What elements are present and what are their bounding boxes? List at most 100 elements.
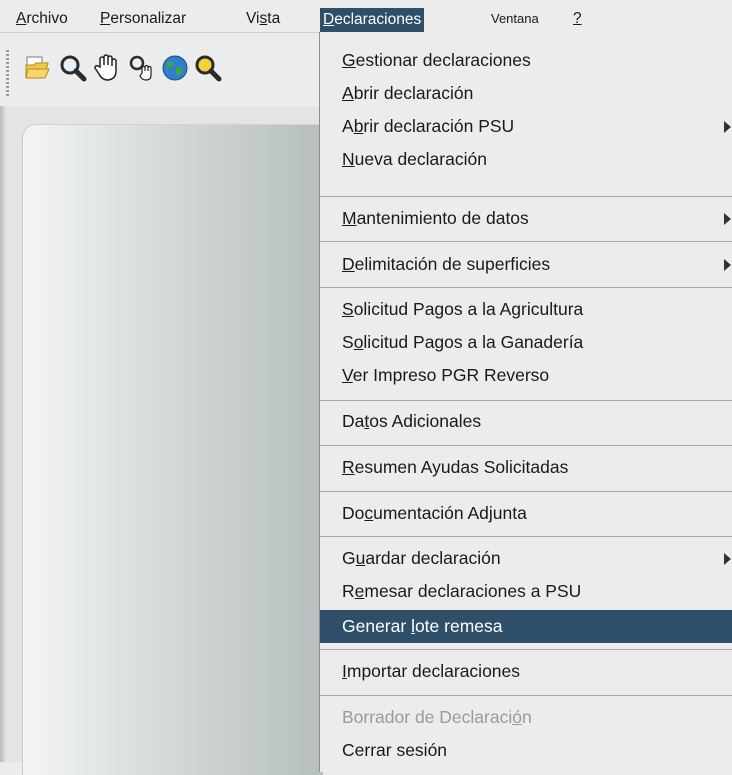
menu-personalizar[interactable]: Personalizar	[97, 6, 189, 32]
mnemonic: o	[353, 332, 364, 352]
menu-item-abrir-declaracion-psu[interactable]: Abrir declaración PSU	[320, 110, 732, 143]
item-text: S	[342, 332, 354, 352]
pan-hand-icon[interactable]	[92, 53, 122, 83]
menu-item-documentacion-adjunta[interactable]: Documentación Adjunta	[320, 497, 732, 530]
menu-label: Ventana	[491, 11, 539, 26]
menu-separator	[320, 649, 732, 650]
mnemonic: D	[323, 11, 335, 28]
menu-vista[interactable]: Vista	[243, 6, 283, 32]
mnemonic: u	[355, 548, 366, 568]
menu-item-solicitud-pagos-agricultura[interactable]: Solicitud Pagos a la Agricultura	[320, 293, 732, 326]
menu-separator	[320, 400, 732, 401]
panel-edge	[0, 106, 6, 762]
menu-separator	[320, 695, 732, 696]
mnemonic: D	[342, 254, 355, 274]
mnemonic: R	[342, 457, 355, 477]
mnemonic: c	[364, 503, 374, 523]
menu-label: rchivo	[26, 10, 68, 27]
mnemonic: b	[353, 116, 364, 136]
item-text: os Adicionales	[369, 411, 482, 431]
menu-item-gestionar-declaraciones[interactable]: Gestionar declaraciones	[320, 44, 732, 77]
item-text: licitud Pagos a la Ganadería	[363, 332, 584, 352]
search-icon[interactable]	[58, 53, 88, 83]
menu-item-remesar-declaraciones[interactable]: Remesar declaraciones a PSU	[320, 575, 732, 608]
item-text: mesar declaraciones a PSU	[364, 581, 582, 601]
open-folder-icon[interactable]	[22, 53, 52, 83]
menu-item-mantenimiento-de-datos[interactable]: Mantenimiento de datos	[320, 202, 732, 235]
zoom-hand-icon[interactable]	[126, 53, 156, 83]
item-text: Da	[342, 411, 365, 431]
menu-item-nueva-declaracion[interactable]: Nueva declaración	[320, 143, 732, 176]
mnemonic: M	[342, 208, 357, 228]
submenu-arrow-icon	[724, 553, 731, 565]
menu-ventana[interactable]: Ventana	[488, 6, 542, 32]
menu-separator	[320, 196, 732, 197]
submenu-arrow-icon	[724, 121, 731, 133]
menu-help[interactable]: ?	[570, 6, 585, 32]
menu-label: Vi	[246, 10, 260, 27]
menu-item-importar-declaraciones[interactable]: Importar declaraciones	[320, 655, 732, 688]
menu-item-borrador-de-declaracion: Borrador de Declaración	[320, 701, 732, 734]
menu-item-resumen-ayudas-solicitadas[interactable]: Resumen Ayudas Solicitadas	[320, 451, 732, 484]
item-text: rir declaración PSU	[363, 116, 515, 136]
menu-label: ersonalizar	[110, 10, 187, 27]
mnemonic: e	[354, 581, 365, 601]
menu-label: ?	[573, 10, 582, 27]
item-text: Do	[342, 503, 365, 523]
mnemonic: N	[342, 149, 355, 169]
submenu-arrow-icon	[724, 213, 731, 225]
mnemonic: S	[342, 299, 354, 319]
menu-separator	[320, 536, 732, 537]
menu-label: eclaraciones	[334, 11, 422, 28]
map-panel	[22, 124, 323, 775]
menu-item-generar-lote-remesa[interactable]: Generar lote remesa	[320, 610, 732, 643]
item-text: G	[342, 548, 356, 568]
item-text: mportar declaraciones	[346, 661, 521, 681]
item-text: Generar	[342, 616, 412, 636]
item-text: umentación Adjunta	[373, 503, 527, 523]
item-text: elimitación de superficies	[354, 254, 551, 274]
globe-icon[interactable]	[160, 53, 190, 83]
menu-item-cerrar-sesion[interactable]: Cerrar sesión	[320, 734, 732, 767]
item-text: estionar declaraciones	[355, 50, 531, 70]
menu-separator	[320, 287, 732, 288]
item-text: ote remesa	[414, 616, 503, 636]
zoom-icon[interactable]	[193, 53, 223, 83]
toolbar	[0, 33, 320, 107]
content-area	[0, 106, 323, 775]
mnemonic: P	[100, 10, 111, 27]
mnemonic: V	[342, 365, 353, 385]
menu-separator	[320, 445, 732, 446]
item-text: olicitud Pagos a la Agricultura	[353, 299, 584, 319]
item-text: ardar declaración	[365, 548, 501, 568]
menu-label: ta	[267, 10, 281, 27]
item-text: esumen Ayudas Solicitadas	[354, 457, 569, 477]
toolbar-grip[interactable]	[6, 50, 9, 98]
item-text: antenimiento de datos	[356, 208, 529, 228]
item-text: Cerrar sesión	[342, 740, 448, 760]
item-text: Borrador de Declaraci	[342, 707, 513, 727]
item-text: ueva declaración	[354, 149, 487, 169]
menu-item-ver-impreso-pgr-reverso[interactable]: Ver Impreso PGR Reverso	[320, 359, 732, 392]
menu-archivo[interactable]: Archivo	[13, 6, 71, 32]
submenu-arrow-icon	[724, 259, 731, 271]
menu-item-guardar-declaracion[interactable]: Guardar declaración	[320, 542, 732, 575]
mnemonic: ó	[512, 707, 522, 727]
item-text: brir declaración	[353, 83, 474, 103]
mnemonic: A	[16, 10, 27, 27]
menu-declaraciones[interactable]: Declaraciones	[320, 8, 425, 32]
mnemonic: A	[342, 83, 354, 103]
item-text: n	[521, 707, 532, 727]
menu-item-solicitud-pagos-ganaderia[interactable]: Solicitud Pagos a la Ganadería	[320, 326, 732, 359]
item-text: A	[342, 116, 354, 136]
menu-bar: Archivo Personalizar Vista Declaraciones…	[0, 0, 732, 33]
declaraciones-menu: Gestionar declaraciones Abrir declaració…	[319, 32, 732, 772]
mnemonic: G	[342, 50, 356, 70]
menu-item-datos-adicionales[interactable]: Datos Adicionales	[320, 405, 732, 438]
menu-item-abrir-declaracion[interactable]: Abrir declaración	[320, 77, 732, 110]
menu-separator	[320, 241, 732, 242]
item-text: R	[342, 581, 355, 601]
menu-separator	[320, 491, 732, 492]
menu-item-delimitacion-de-superficies[interactable]: Delimitación de superficies	[320, 248, 732, 281]
item-text: er Impreso PGR Reverso	[352, 365, 550, 385]
